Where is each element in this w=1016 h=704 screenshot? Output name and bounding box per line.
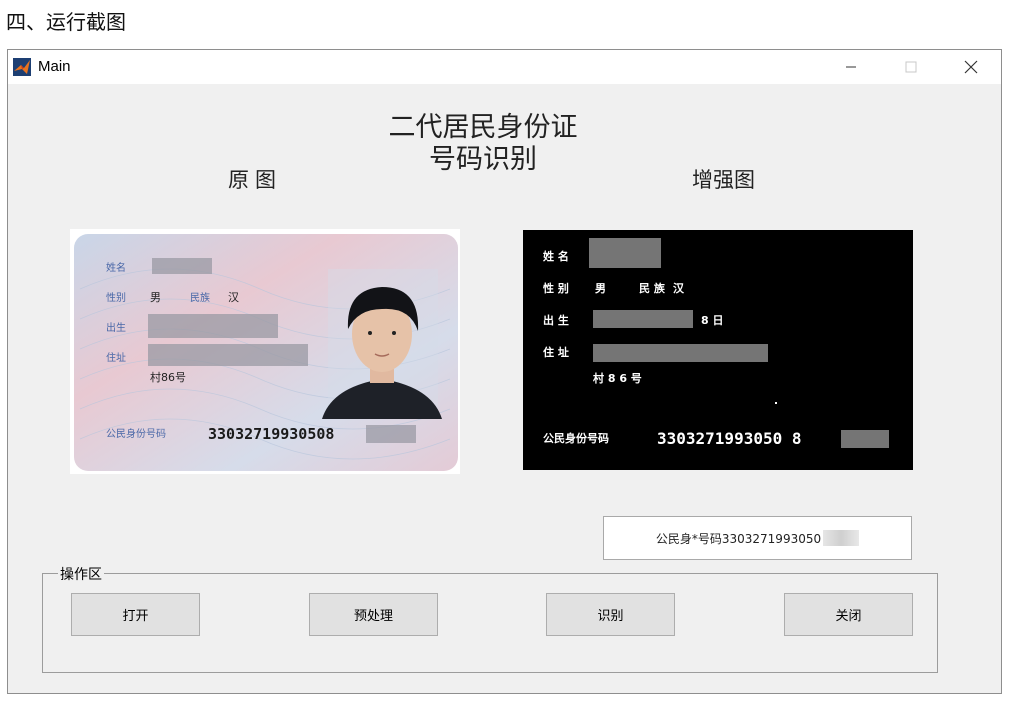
result-text-box: 公民身*号码3303271993050 bbox=[603, 516, 912, 560]
portrait-photo bbox=[322, 269, 442, 419]
enh-name-label: 姓 名 bbox=[543, 249, 569, 263]
main-window: Main 二代居民身份证 号码识别 原图 增强图 姓名 性别 民族 出生 住址 … bbox=[7, 49, 1002, 694]
window-title: Main bbox=[38, 58, 71, 75]
preprocess-button[interactable]: 预处理 bbox=[309, 593, 438, 636]
enh-gender-value: 男 bbox=[595, 282, 606, 295]
original-id-card-image: 姓名 性别 民族 出生 住址 公民身份号码 男 汉 村86号 330327199… bbox=[70, 229, 460, 474]
enh-ethnicity-value: 汉 bbox=[673, 281, 685, 295]
card-gender-label: 性别 bbox=[106, 291, 126, 304]
card-gender-value: 男 bbox=[150, 291, 161, 304]
card-name-label: 姓名 bbox=[106, 261, 126, 274]
recognize-button[interactable]: 识别 bbox=[546, 593, 675, 636]
enh-id-label: 公民身份号码 bbox=[543, 431, 609, 445]
main-title: 二代居民身份证 号码识别 bbox=[338, 112, 628, 176]
close-window-button[interactable] bbox=[948, 50, 994, 84]
card-ethnicity-label: 民族 bbox=[190, 291, 210, 304]
card-address-label: 住址 bbox=[106, 351, 126, 364]
card-birth-label: 出生 bbox=[106, 321, 126, 334]
enh-address-label: 住 址 bbox=[543, 345, 569, 359]
enhanced-binary-image: 姓 名 性 别 男 民 族 汉 出 生 8 日 住 址 村 8 6 号 公民身份… bbox=[523, 230, 913, 470]
card-address-tail: 村86号 bbox=[150, 370, 186, 384]
close-icon bbox=[964, 60, 978, 74]
main-title-line2: 号码识别 bbox=[429, 144, 537, 175]
main-title-line1: 二代居民身份证 bbox=[388, 112, 578, 143]
original-image-label: 原图 bbox=[228, 168, 282, 192]
enh-address-tail: 村 8 6 号 bbox=[593, 371, 642, 385]
recognition-result: 公民身*号码3303271993050 bbox=[655, 531, 822, 546]
maximize-button[interactable] bbox=[888, 50, 934, 84]
enhanced-image-label: 增强图 bbox=[692, 168, 755, 192]
open-button[interactable]: 打开 bbox=[71, 593, 200, 636]
enh-gender-label: 性 别 bbox=[543, 281, 569, 295]
enh-birth-label: 出 生 bbox=[543, 313, 569, 327]
maximize-icon bbox=[905, 61, 917, 73]
card-ethnicity-value: 汉 bbox=[228, 291, 239, 304]
card-id-number: 33032719930508 bbox=[208, 425, 334, 443]
enh-ethnicity-label: 民 族 bbox=[639, 281, 666, 295]
enh-birth-tail: 8 日 bbox=[701, 314, 723, 327]
figure-client-area: 二代居民身份证 号码识别 原图 增强图 姓名 性别 民族 出生 住址 公民身份号… bbox=[8, 84, 1001, 693]
close-button[interactable]: 关闭 bbox=[784, 593, 913, 636]
title-bar[interactable]: Main bbox=[8, 50, 1001, 84]
page-heading: 四、运行截图 bbox=[6, 10, 126, 34]
minimize-icon bbox=[846, 66, 856, 68]
enh-id-number: 3303271993050 8 bbox=[657, 429, 802, 448]
minimize-button[interactable] bbox=[828, 50, 874, 84]
result-redaction bbox=[823, 530, 860, 546]
matlab-app-icon bbox=[13, 58, 31, 76]
operation-panel-label: 操作区 bbox=[58, 564, 104, 584]
card-id-label: 公民身份号码 bbox=[106, 427, 166, 440]
